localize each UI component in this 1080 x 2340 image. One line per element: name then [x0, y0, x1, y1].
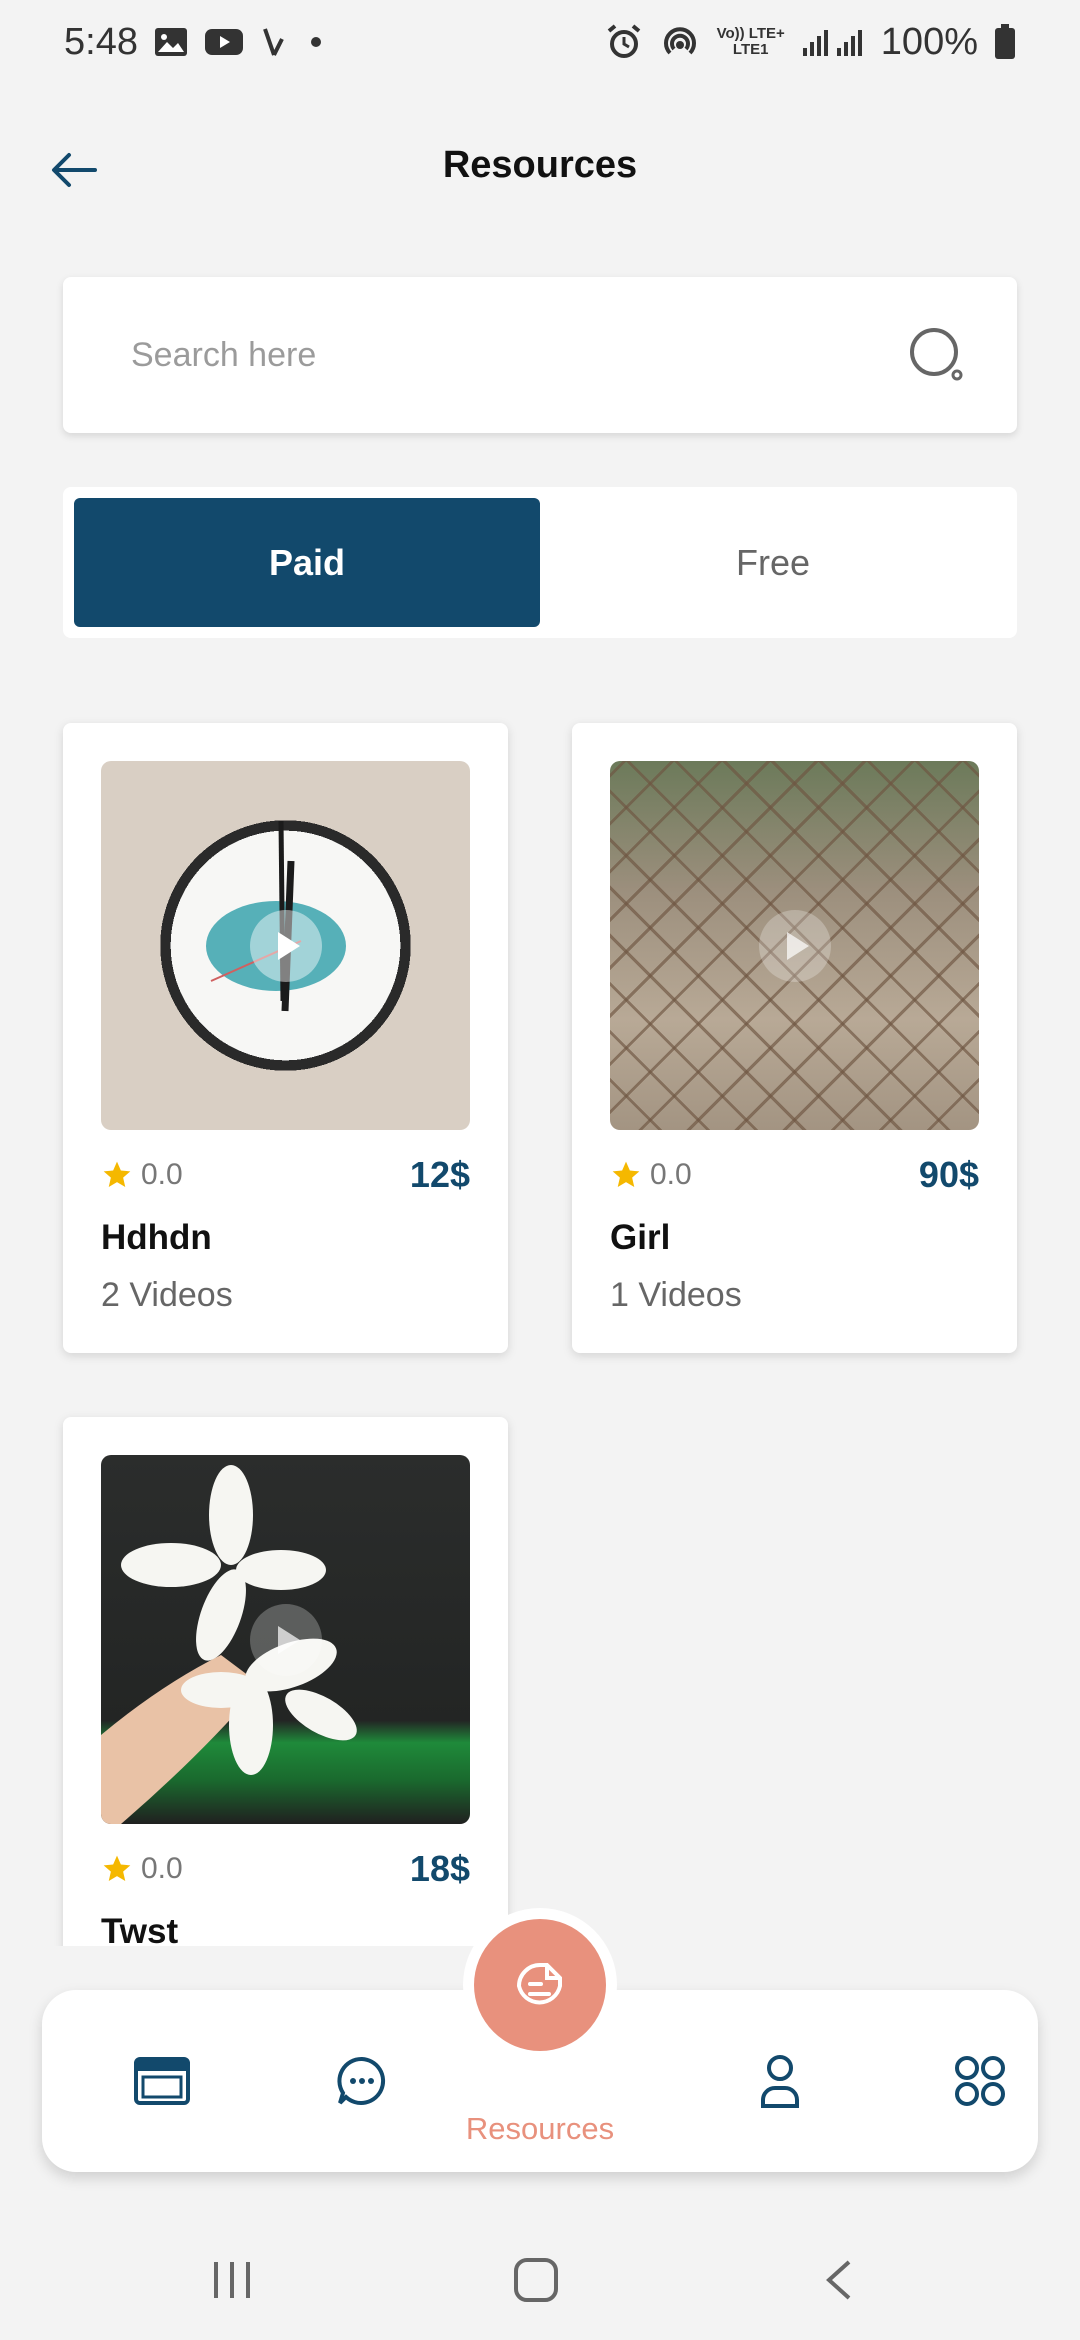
status-bar: 5:48 Vo)) LTE+ LTE1 100% — [0, 0, 1080, 84]
nav-item-browser[interactable] — [92, 1990, 232, 2172]
dot-icon — [306, 32, 326, 52]
resource-card[interactable]: 0.0 90$ Girl 1 Videos — [572, 723, 1017, 1353]
volte-line2: LTE1 — [732, 41, 769, 58]
paid-free-toggle: Paid Free — [63, 487, 1017, 638]
card-meta: 0.0 12$ — [101, 1152, 470, 1198]
system-nav — [0, 2220, 1080, 2340]
price: 18$ — [409, 1848, 470, 1889]
rating-value: 0.0 — [141, 1158, 183, 1191]
search-box[interactable] — [63, 277, 1017, 433]
volte-line1: Vo)) LTE+ — [716, 25, 785, 42]
status-right: Vo)) LTE+ LTE1 100% — [605, 21, 1016, 64]
nav-item-chat[interactable] — [292, 1990, 432, 2172]
price: 12$ — [409, 1154, 470, 1195]
battery-icon — [994, 24, 1016, 60]
back-nav-button[interactable] — [798, 2250, 878, 2310]
tab-paid[interactable]: Paid — [74, 498, 540, 627]
rating: 0.0 — [101, 1852, 183, 1886]
header: Resources — [0, 120, 1080, 220]
profile-icon — [761, 2055, 799, 2108]
chat-icon — [337, 2056, 386, 2105]
search-input[interactable] — [131, 335, 907, 375]
resources-fab[interactable] — [463, 1908, 617, 2062]
rating: 0.0 — [101, 1158, 183, 1192]
alarm-icon — [605, 23, 643, 61]
star-icon — [612, 1161, 640, 1187]
resource-card[interactable]: 0.0 12$ Hdhdn 2 Videos — [63, 723, 508, 1353]
fence-video-thumbnail — [610, 761, 979, 1130]
search-icon[interactable] — [907, 325, 967, 385]
page-title: Resources — [442, 144, 638, 186]
tab-free[interactable]: Free — [540, 498, 1006, 627]
card-subtitle: 2 Videos — [101, 1276, 233, 1314]
recents-icon — [214, 2262, 250, 2298]
play-icon[interactable] — [249, 909, 322, 982]
nav-item-grid[interactable] — [910, 1990, 1050, 2172]
rating-value: 0.0 — [650, 1158, 692, 1191]
card-title: Hdhdn — [101, 1218, 212, 1257]
card-subtitle: 1 Videos — [610, 1276, 742, 1314]
grid-icon — [955, 2056, 1005, 2106]
flower-video-thumbnail — [101, 1455, 470, 1824]
price: 90$ — [918, 1154, 979, 1195]
battery-percent: 100% — [880, 20, 978, 63]
home-icon — [514, 2258, 558, 2302]
status-time: 5:48 — [64, 20, 138, 63]
star-icon — [103, 1161, 131, 1187]
chevron-left-icon — [826, 2260, 851, 2300]
status-left: 5:48 — [64, 21, 326, 64]
play-icon[interactable] — [249, 1603, 322, 1676]
volte-icon: Vo)) LTE+ LTE1 — [717, 26, 785, 58]
card-title: Girl — [610, 1218, 671, 1257]
signal-icon — [801, 26, 865, 58]
hotspot-icon — [659, 23, 701, 61]
clock-video-thumbnail — [101, 761, 470, 1130]
resource-card[interactable]: 0.0 18$ Twst — [63, 1417, 508, 1946]
star-icon — [103, 1855, 131, 1881]
resources-icon — [516, 1963, 562, 2005]
resources-fab-inner[interactable] — [474, 1919, 606, 2051]
resource-grid: 0.0 12$ Hdhdn 2 Videos 0.0 90$ Girl 1 Vi… — [0, 700, 1080, 1946]
gallery-icon — [154, 27, 188, 57]
nav-item-profile[interactable] — [710, 1990, 850, 2172]
nav-label-resources: Resources — [465, 2111, 615, 2146]
browser-icon — [134, 2057, 190, 2105]
rating-value: 0.0 — [141, 1852, 183, 1885]
play-icon[interactable] — [758, 909, 831, 982]
rating: 0.0 — [610, 1158, 692, 1192]
youtube-icon — [204, 27, 244, 57]
card-title: Twst — [101, 1912, 179, 1946]
card-meta: 0.0 90$ — [610, 1152, 979, 1198]
home-button[interactable] — [496, 2250, 576, 2310]
call-icon — [260, 25, 290, 59]
card-meta: 0.0 18$ — [101, 1846, 470, 1892]
recents-button[interactable] — [192, 2250, 272, 2310]
